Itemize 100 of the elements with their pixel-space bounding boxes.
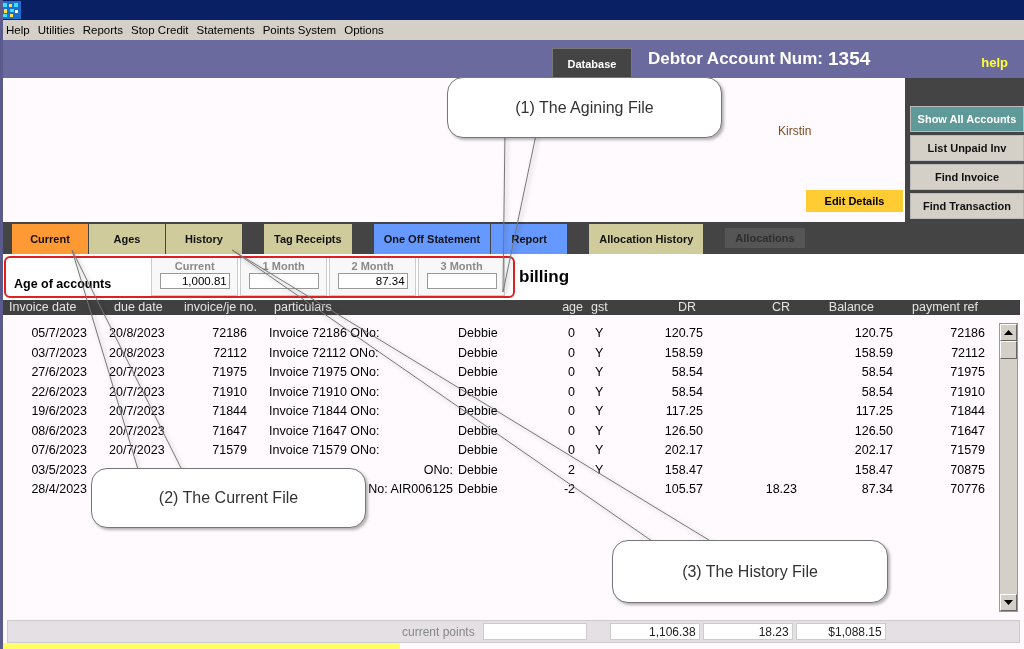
table-cell: 117.25 xyxy=(665,404,703,418)
menu-item[interactable]: Help xyxy=(3,24,34,36)
menu-item[interactable]: Options xyxy=(340,24,388,36)
callout-bubble: (1) The Agining File xyxy=(447,77,722,138)
column-header: Invoice date xyxy=(9,300,78,315)
column-header: invoice/je no. xyxy=(184,300,258,315)
table-cell: -2 xyxy=(563,482,575,496)
tab[interactable]: Ages xyxy=(89,224,165,254)
tab[interactable]: Report xyxy=(491,224,568,254)
table-cell: 58.54 xyxy=(671,384,703,399)
table-cell: 117.25 xyxy=(855,404,893,418)
table-cell: Y xyxy=(595,384,604,399)
table-cell: 71647 xyxy=(212,423,247,438)
table-cell: 71844 xyxy=(212,404,247,418)
table-cell: Invoice 71910 ONo: xyxy=(269,384,380,399)
table-cell: Debbie xyxy=(458,365,498,379)
table-cell: 20/7/2023 xyxy=(109,443,165,457)
table-cell: 70875 xyxy=(950,462,985,477)
table-cell: 105.57 xyxy=(664,482,703,496)
callout-bubble: (3) The History File xyxy=(612,540,888,603)
bucket-field: 1,000.81 xyxy=(159,273,230,289)
bucket-label: 2 Month xyxy=(351,260,394,272)
table-cell: 71910 xyxy=(212,384,247,399)
table-cell: Debbie xyxy=(458,482,498,496)
scroll-up-button[interactable] xyxy=(1000,324,1017,341)
table-cell: Invoice 71647 ONo: xyxy=(269,423,380,438)
account-label: Debtor Account Num: xyxy=(648,49,824,69)
table-cell: 0 xyxy=(568,365,575,379)
table-cell: Debbie xyxy=(458,423,498,438)
menu-item[interactable]: Utilities xyxy=(33,24,79,36)
tab[interactable]: Tag Receipts xyxy=(264,224,352,254)
table-cell: 05/7/2023 xyxy=(31,326,87,340)
table-cell: 03/5/2023 xyxy=(31,462,87,477)
database-tab[interactable]: Database xyxy=(552,48,632,78)
table-cell: 87.34 xyxy=(861,482,893,496)
bucket-field xyxy=(426,273,497,289)
menu-item[interactable]: Points System xyxy=(258,24,341,36)
table-cell: Invoice 71844 ONo: xyxy=(269,404,380,418)
column-header: payment ref xyxy=(912,300,978,315)
aging-title: Age of accounts xyxy=(14,277,113,291)
side-button[interactable]: List Unpaid Inv xyxy=(910,135,1024,161)
table-cell: 20/8/2023 xyxy=(109,345,165,360)
scroll-down-button[interactable] xyxy=(1000,594,1017,611)
table-cell: 120.75 xyxy=(664,326,703,340)
scroll-thumb[interactable] xyxy=(1000,341,1017,359)
table-cell: 0 xyxy=(568,443,575,457)
table-cell: Debbie xyxy=(458,326,498,340)
table-cell: 72112 xyxy=(951,345,985,360)
column-header: gst xyxy=(590,300,609,315)
scrollbar[interactable] xyxy=(999,323,1018,612)
bucket-field xyxy=(248,273,319,289)
help-link[interactable]: help xyxy=(981,54,1008,70)
down-arrow-icon xyxy=(1004,600,1013,605)
total-field: 18.23 xyxy=(702,623,793,640)
table-cell: 20/7/2023 xyxy=(109,423,165,438)
table-cell: 0 xyxy=(568,326,575,340)
column-header: CR xyxy=(771,300,790,315)
menu-item[interactable]: Reports xyxy=(78,24,127,36)
edit-details-button[interactable]: Edit Details xyxy=(806,190,903,212)
table-cell: No: AIR006125 xyxy=(368,482,453,496)
side-button[interactable]: Find Invoice xyxy=(910,164,1024,190)
table-cell: Y xyxy=(595,345,604,360)
table-cell: Invoice 72186 ONo: xyxy=(269,326,380,340)
table-cell: 28/4/2023 xyxy=(31,482,87,496)
table-cell: 71579 xyxy=(212,443,247,457)
table-cell: 58.54 xyxy=(861,365,893,379)
table-cell: 158.59 xyxy=(664,345,703,360)
tab[interactable]: One Off Statement xyxy=(373,224,491,254)
up-arrow-icon xyxy=(1004,330,1013,335)
table-cell: Debbie xyxy=(458,443,498,457)
table-cell: 27/6/2023 xyxy=(31,365,87,379)
side-button[interactable]: Find Transaction xyxy=(910,193,1024,219)
bucket-label: 1 Month xyxy=(262,260,305,272)
table-cell: Debbie xyxy=(458,404,498,418)
table-cell: 03/7/2023 xyxy=(31,345,87,360)
table-cell: 126.50 xyxy=(664,423,703,438)
tab[interactable]: History xyxy=(166,224,242,254)
table-cell: 0 xyxy=(568,384,575,399)
total-field: 1,106.38 xyxy=(609,623,700,640)
table-cell: 72186 xyxy=(950,326,985,340)
table-cell: 158.47 xyxy=(854,462,893,477)
points-label: current points xyxy=(402,624,475,639)
callout-bubble: (2) The Current File xyxy=(91,468,366,528)
table-cell: ONo: xyxy=(423,462,453,477)
table-cell: 71647 xyxy=(950,423,985,438)
table-cell: 20/8/2023 xyxy=(109,326,165,340)
table-cell: 08/6/2023 xyxy=(31,423,87,438)
table-cell: 72186 xyxy=(212,326,247,340)
table-cell: 120.75 xyxy=(854,326,893,340)
table-cell: 22/6/2023 xyxy=(31,384,87,399)
table-cell: 71975 xyxy=(950,365,985,379)
table-cell: 20/7/2023 xyxy=(109,404,165,418)
table-cell: 71579 xyxy=(950,443,985,457)
menu-item[interactable]: Statements xyxy=(192,24,259,36)
table-cell: 158.47 xyxy=(664,462,703,477)
tab[interactable]: Current xyxy=(12,224,88,254)
tab[interactable]: Allocation History xyxy=(589,224,704,254)
table-cell: 72112 xyxy=(213,345,247,360)
menu-item[interactable]: Stop Credit xyxy=(127,24,193,36)
table-cell: Y xyxy=(595,365,604,379)
